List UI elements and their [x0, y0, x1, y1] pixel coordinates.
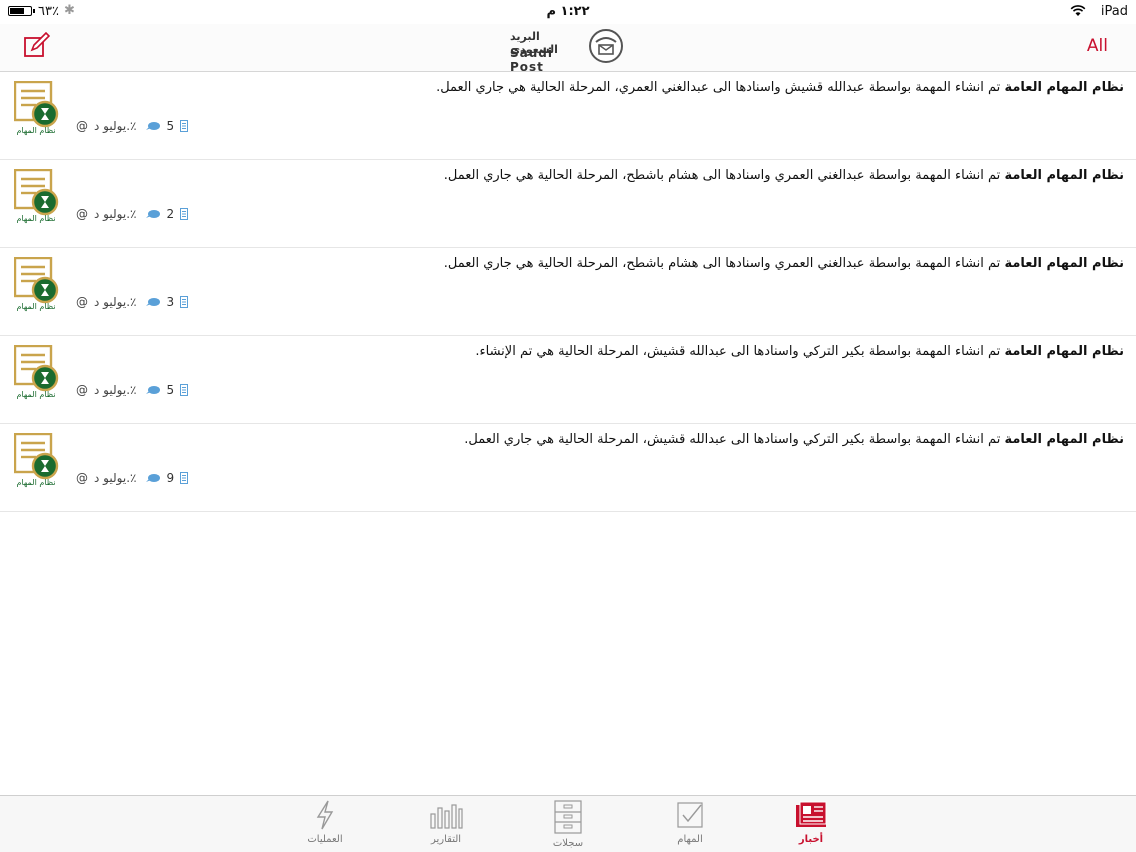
bolt-icon	[316, 800, 334, 830]
cabinet-icon	[554, 800, 582, 834]
item-message: نظام المهام العامة تم انشاء المهمة بواسط…	[124, 432, 1124, 447]
item-message: نظام المهام العامة تم انشاء المهمة بواسط…	[124, 168, 1124, 183]
tab-reports[interactable]: التقارير	[406, 800, 486, 850]
attachment-tag-icon[interactable]	[180, 296, 189, 308]
item-meta: @ يوليو د.٪ 2	[76, 206, 189, 222]
mention-symbol: @	[76, 207, 88, 221]
item-meta: @ يوليو د.٪ 9	[76, 470, 189, 486]
item-message: نظام المهام العامة تم انشاء المهمة بواسط…	[124, 80, 1124, 95]
bar-chart-icon	[430, 804, 463, 829]
comment-count: 2	[166, 207, 175, 221]
item-date: يوليو د.٪	[94, 207, 137, 221]
mention-symbol: @	[76, 383, 88, 397]
item-meta: @ يوليو د.٪ 5	[76, 118, 189, 134]
item-message: نظام المهام العامة تم انشاء المهمة بواسط…	[124, 256, 1124, 271]
item-text: تم انشاء المهمة بواسطة بكير التركي واسنا…	[464, 432, 1001, 447]
attachment-tag-icon[interactable]	[180, 472, 189, 484]
comment-bubble-icon[interactable]	[146, 297, 161, 307]
item-date: يوليو د.٪	[94, 119, 137, 133]
mention-symbol: @	[76, 471, 88, 485]
avatar-caption: نظام المهام	[16, 302, 56, 311]
item-system-name: نظام المهام العامة	[1004, 256, 1124, 271]
status-time: ١:٢٢ م	[546, 4, 590, 19]
wifi-icon	[1070, 5, 1086, 16]
item-system-name: نظام المهام العامة	[1004, 344, 1124, 359]
attachment-tag-icon[interactable]	[180, 208, 189, 220]
device-label: iPad	[1100, 4, 1128, 19]
mention-symbol: @	[76, 119, 88, 133]
tab-tasks[interactable]: المهام	[650, 800, 730, 850]
checkbox-icon	[677, 802, 703, 828]
item-text: تم انشاء المهمة بواسطة عبدالغني العمري و…	[443, 168, 1001, 183]
avatar-caption: نظام المهام	[16, 126, 56, 135]
tab-bar: العمليات التقارير سجلات المهام أخبار	[0, 795, 1136, 852]
avatar-caption: نظام المهام	[16, 478, 56, 487]
saudi-post-logo: البريد السعودي Saudi Post	[510, 28, 626, 74]
list-item[interactable]: نظام المهام العامة تم انشاء المهمة بواسط…	[0, 424, 1136, 512]
avatar-caption: نظام المهام	[16, 390, 56, 399]
comment-count: 9	[166, 471, 175, 485]
tab-records[interactable]: سجلات	[528, 800, 608, 850]
logo-english-text: Saudi Post	[510, 46, 553, 74]
compose-icon[interactable]	[22, 32, 50, 60]
item-text: تم انشاء المهمة بواسطة بكير التركي واسنا…	[475, 344, 1001, 359]
mention-symbol: @	[76, 295, 88, 309]
item-system-name: نظام المهام العامة	[1004, 80, 1124, 95]
list-item[interactable]: نظام المهام العامة تم انشاء المهمة بواسط…	[0, 160, 1136, 248]
item-text: تم انشاء المهمة بواسطة عبدالله قشيش واسن…	[436, 80, 1001, 95]
tab-label: العمليات	[307, 834, 343, 845]
saudi-post-emblem-icon	[589, 29, 623, 63]
item-date: يوليو د.٪	[94, 471, 137, 485]
tab-news[interactable]: أخبار	[771, 800, 851, 850]
item-text: تم انشاء المهمة بواسطة عبدالغني العمري و…	[443, 256, 1001, 271]
item-system-name: نظام المهام العامة	[1004, 168, 1124, 183]
comment-bubble-icon[interactable]	[146, 121, 161, 131]
all-filter-button[interactable]: All	[1087, 36, 1108, 56]
tab-label: سجلات	[552, 838, 584, 849]
list-item[interactable]: نظام المهام العامة تم انشاء المهمة بواسط…	[0, 336, 1136, 424]
tab-label: المهام	[677, 834, 703, 845]
comment-bubble-icon[interactable]	[146, 209, 161, 219]
status-bar: ٦٣٪ ✱ ١:٢٢ م iPad	[0, 0, 1136, 24]
item-meta: @ يوليو د.٪ 5	[76, 382, 189, 398]
navigation-bar: البريد السعودي Saudi Post All	[0, 24, 1136, 74]
item-date: يوليو د.٪	[94, 383, 137, 397]
item-date: يوليو د.٪	[94, 295, 137, 309]
comment-count: 5	[166, 119, 175, 133]
comment-bubble-icon[interactable]	[146, 473, 161, 483]
avatar-caption: نظام المهام	[16, 214, 56, 223]
comment-count: 5	[166, 383, 175, 397]
attachment-tag-icon[interactable]	[180, 120, 189, 132]
comment-count: 3	[166, 295, 175, 309]
item-system-name: نظام المهام العامة	[1004, 432, 1124, 447]
comment-bubble-icon[interactable]	[146, 385, 161, 395]
item-message: نظام المهام العامة تم انشاء المهمة بواسط…	[124, 344, 1124, 359]
list-item[interactable]: نظام المهام العامة تم انشاء المهمة بواسط…	[0, 72, 1136, 160]
tab-operations[interactable]: العمليات	[285, 800, 365, 850]
item-meta: @ يوليو د.٪ 3	[76, 294, 189, 310]
news-icon	[796, 801, 827, 827]
news-list: نظام المهام العامة تم انشاء المهمة بواسط…	[0, 72, 1136, 512]
tab-label: التقارير	[430, 834, 462, 845]
list-item[interactable]: نظام المهام العامة تم انشاء المهمة بواسط…	[0, 248, 1136, 336]
tab-label: أخبار	[798, 834, 824, 845]
attachment-tag-icon[interactable]	[180, 384, 189, 396]
